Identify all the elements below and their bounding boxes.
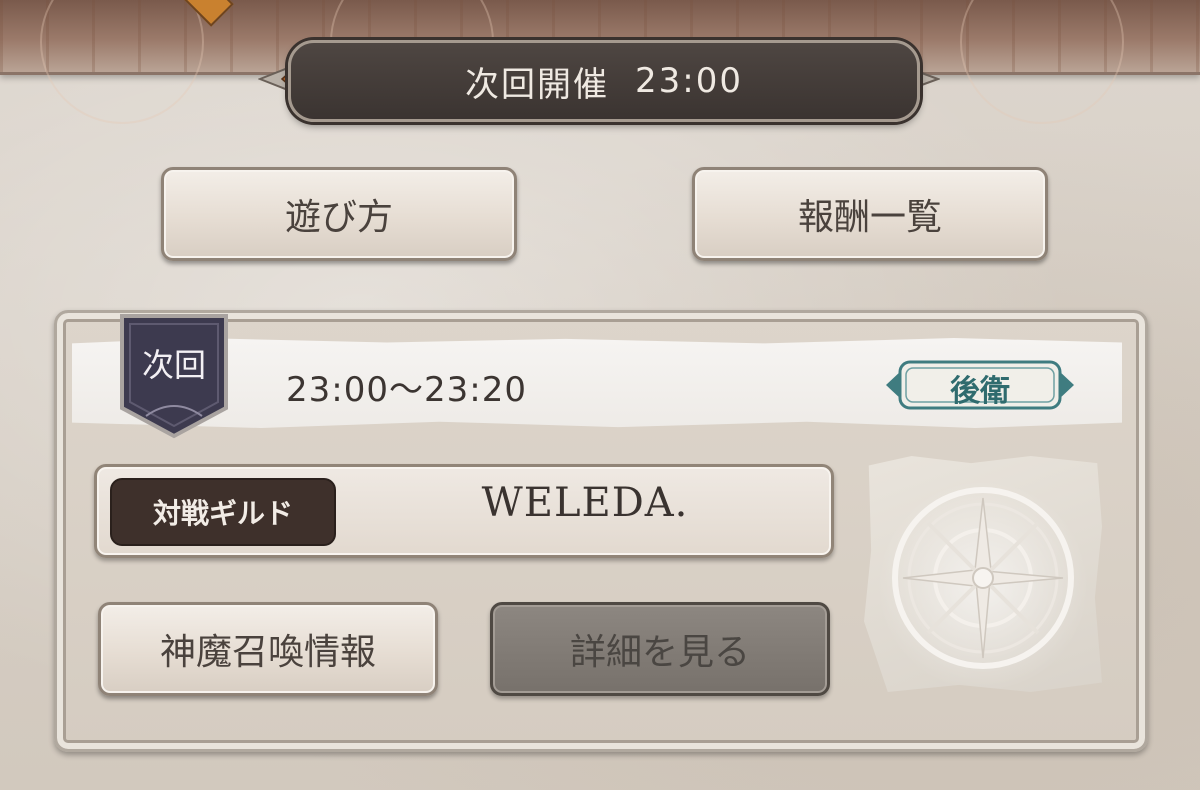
ornament-swirl: [40, 0, 204, 124]
next-event-header: 次回開催 23:00: [288, 40, 920, 122]
next-event-label: 次回開催: [465, 64, 609, 105]
compass-emblem-icon: [892, 487, 1074, 669]
opponent-guild-name: WELEDA.: [481, 480, 689, 526]
role-label: 後衛: [950, 374, 1010, 409]
opponent-guild-tag: 対戦ギルド: [110, 478, 336, 546]
summon-info-button[interactable]: 神魔召喚情報: [98, 602, 438, 696]
ornament-swirl: [960, 0, 1124, 124]
reward-list-button[interactable]: 報酬一覧: [692, 167, 1048, 261]
view-details-button[interactable]: 詳細を見る: [490, 602, 830, 696]
next-event-time: 23:00: [635, 61, 743, 101]
next-banner-label: 次回: [141, 346, 206, 384]
how-to-play-button[interactable]: 遊び方: [161, 167, 517, 261]
battle-time-range: 23:00〜23:20: [286, 370, 527, 410]
